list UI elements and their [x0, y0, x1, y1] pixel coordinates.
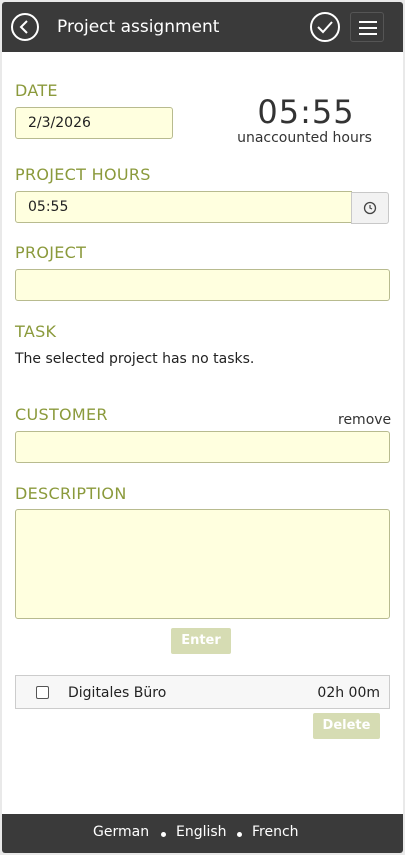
entry-row: Digitales Büro 02h 00m	[15, 675, 390, 709]
project-field[interactable]	[15, 269, 390, 301]
back-button[interactable]	[11, 13, 39, 41]
app-frame: Project assignment DATE 2/3/2026 05:55 u…	[2, 2, 403, 853]
date-label: DATE	[15, 81, 58, 100]
hamburger-line	[359, 27, 377, 29]
customer-label: CUSTOMER	[15, 405, 108, 424]
language-footer: German English French	[2, 814, 403, 853]
app-header: Project assignment	[2, 2, 403, 52]
description-textarea[interactable]	[15, 509, 390, 619]
page-title: Project assignment	[57, 17, 220, 37]
description-label: DESCRIPTION	[15, 484, 127, 503]
entry-checkbox[interactable]	[36, 686, 49, 699]
entry-name: Digitales Büro	[68, 685, 167, 701]
delete-button[interactable]: Delete	[313, 713, 380, 739]
date-field[interactable]: 2/3/2026	[15, 107, 173, 139]
separator-dot	[161, 832, 166, 837]
separator-dot	[237, 832, 242, 837]
enter-button[interactable]: Enter	[171, 628, 231, 654]
hamburger-line	[359, 33, 377, 35]
project-label: PROJECT	[15, 243, 87, 262]
project-hours-label: PROJECT HOURS	[15, 165, 151, 184]
hamburger-icon	[359, 21, 377, 23]
customer-field[interactable]	[15, 431, 390, 463]
confirm-button[interactable]	[310, 12, 340, 42]
language-german[interactable]: German	[93, 824, 149, 840]
menu-button[interactable]	[350, 12, 384, 42]
language-english[interactable]: English	[176, 824, 227, 840]
unaccounted-caption: unaccounted hours	[237, 130, 372, 146]
time-picker-button[interactable]	[351, 192, 389, 224]
chevron-left-icon	[19, 20, 28, 34]
task-empty-message: The selected project has no tasks.	[15, 351, 255, 367]
task-label: TASK	[15, 322, 57, 341]
remove-customer-link[interactable]: remove	[338, 412, 391, 428]
project-hours-field[interactable]: 05:55	[15, 191, 352, 223]
unaccounted-time: 05:55	[257, 93, 355, 131]
clock-icon	[363, 201, 377, 215]
check-icon	[317, 21, 333, 34]
entry-hours: 02h 00m	[317, 685, 380, 701]
language-french[interactable]: French	[252, 824, 299, 840]
